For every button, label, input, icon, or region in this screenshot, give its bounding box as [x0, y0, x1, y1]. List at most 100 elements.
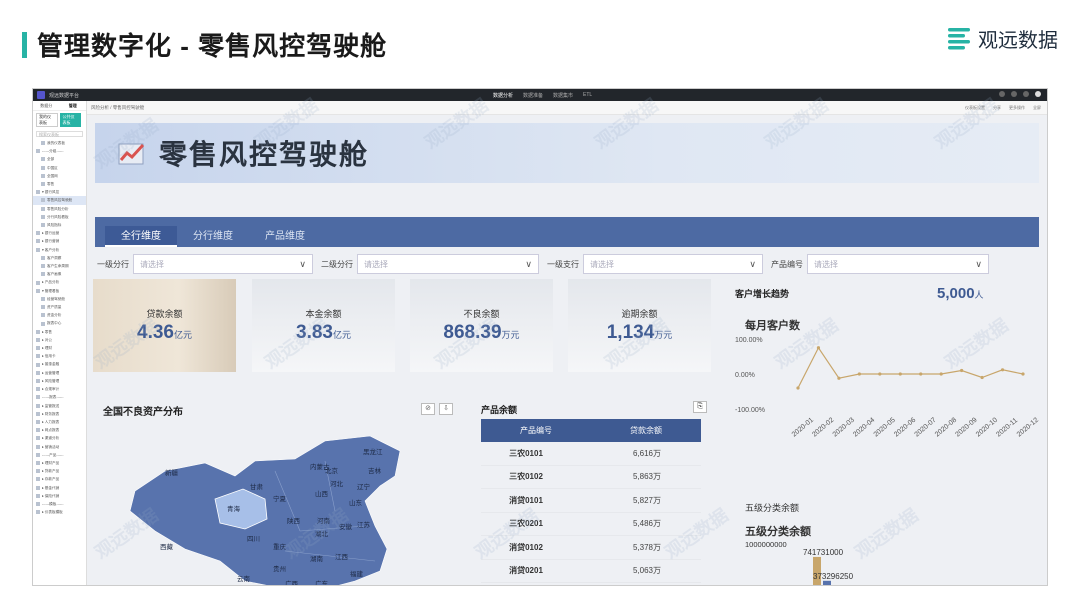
sidebar-item[interactable]: ------模板------	[33, 500, 86, 508]
sidebar-item[interactable]: 风险指标	[33, 221, 86, 229]
sidebar-item[interactable]: ▸ 基金代销	[33, 484, 86, 492]
public-dashboards-button[interactable]: 公共仪表板	[59, 113, 81, 127]
sidebar-item[interactable]: 零售风险分析	[33, 205, 86, 213]
nav-data-market[interactable]: 数据集市	[553, 92, 573, 99]
sidebar-item-label: 我的仪表板	[47, 141, 65, 145]
data-point[interactable]	[898, 372, 902, 376]
sidebar-item[interactable]: ▾ 客户分析	[33, 246, 86, 254]
sidebar-item[interactable]: ▾ 银行风控	[33, 188, 86, 196]
sidebar-item[interactable]: ▸ 理财产品	[33, 459, 86, 467]
my-dashboards-button[interactable]: 我的仪表板	[36, 113, 58, 127]
nav-data-analysis[interactable]: 数据分析	[493, 92, 513, 99]
table-row[interactable]: 消贷0201 5,063万	[481, 560, 701, 583]
sidebar-item[interactable]: ▸ 营销活动	[33, 443, 86, 451]
bar[interactable]	[823, 580, 831, 586]
sidebar-item[interactable]: ▸ 网点报表	[33, 426, 86, 434]
sidebar-item[interactable]: ▸ 渠道分析	[33, 434, 86, 442]
more-actions-button[interactable]: 更多操作	[1009, 105, 1025, 111]
sidebar-item[interactable]: 资产质量	[33, 303, 86, 311]
sidebar-item[interactable]: ▾ 管理看板	[33, 287, 86, 295]
sidebar-item[interactable]: 客户洞察	[33, 254, 86, 262]
sidebar-item[interactable]: ▸ 运营管理	[33, 369, 86, 377]
sidebar-item[interactable]: ▸ 合规审计	[33, 385, 86, 393]
sidebar-item[interactable]: ▸ 银行运营	[33, 229, 86, 237]
sidebar-tab-analysis[interactable]: 数据分	[33, 101, 60, 110]
data-point[interactable]	[939, 372, 943, 376]
data-point[interactable]	[878, 372, 882, 376]
sidebar-item[interactable]: ▸ 对公	[33, 336, 86, 344]
sidebar-item[interactable]: ▸ 仪表板模板	[33, 508, 86, 516]
sidebar-item[interactable]: ▸ 监管报送	[33, 402, 86, 410]
sidebar-item[interactable]: ▸ 零售	[33, 328, 86, 336]
sidebar-item[interactable]: ▸ 保险代销	[33, 492, 86, 500]
sidebar-item[interactable]: ▸ 产品分析	[33, 278, 86, 286]
kpi-value: 3.83	[296, 322, 333, 343]
sidebar-item[interactable]: 全国网	[33, 172, 86, 180]
avatar[interactable]	[1035, 91, 1041, 97]
fullscreen-button[interactable]: 全屏	[1033, 105, 1041, 111]
table-row[interactable]: 消贷0102 5,378万	[481, 536, 701, 560]
sidebar-item[interactable]: ▸ 信用卡	[33, 352, 86, 360]
table-row[interactable]: 三农0102 5,863万	[481, 466, 701, 489]
kpi-value: 4.36	[137, 322, 174, 343]
nav-data-prep[interactable]: 数据准备	[523, 92, 543, 99]
filter-select-l1-subbranch[interactable]: 请选择 ∨	[583, 254, 763, 274]
cell-loan-balance: 5,486万	[632, 519, 661, 529]
data-point[interactable]	[857, 372, 861, 376]
sidebar-item[interactable]: ▸ 存款产品	[33, 475, 86, 483]
tab-branch[interactable]: 分行维度	[177, 226, 249, 247]
sidebar-item[interactable]: ------分组------	[33, 147, 86, 155]
search-icon[interactable]	[999, 91, 1005, 97]
download-icon[interactable]: ⇩	[439, 403, 453, 415]
cell-loan-balance: 6,616万	[632, 448, 661, 458]
sidebar-item[interactable]: 分行风险看板	[33, 213, 86, 221]
sidebar-item[interactable]: ▸ 风险管理	[33, 377, 86, 385]
sidebar-item[interactable]: 客户画像	[33, 270, 86, 278]
sidebar-item[interactable]: 客户生命周期	[33, 262, 86, 270]
sidebar-tab-manage[interactable]: 管理	[60, 101, 87, 110]
data-point[interactable]	[919, 372, 923, 376]
sidebar-search-input[interactable]: 搜索仪表板	[36, 131, 83, 137]
dashboard-settings-button[interactable]: 仪表板设置	[965, 105, 985, 111]
data-point[interactable]	[796, 386, 800, 390]
share-button[interactable]: 分享	[993, 105, 1001, 111]
data-point[interactable]	[980, 375, 984, 380]
bell-icon[interactable]	[1011, 91, 1017, 97]
tab-product[interactable]: 产品维度	[249, 226, 321, 247]
data-point[interactable]	[1021, 372, 1025, 376]
growth-title: 客户增长趋势	[735, 289, 790, 299]
link-icon[interactable]: ⊘	[421, 403, 435, 415]
filter-select-product[interactable]: 请选择 ∨	[807, 254, 989, 274]
sidebar-item[interactable]: ▸ 理财	[33, 344, 86, 352]
sidebar-item[interactable]: 经营驾驶舱	[33, 295, 86, 303]
sidebar-item[interactable]: 资金分析	[33, 311, 86, 319]
sidebar-item[interactable]: ------产品------	[33, 451, 86, 459]
nav-etl[interactable]: ETL	[583, 92, 592, 98]
sidebar-item[interactable]: 零售风控驾驶舱	[33, 196, 86, 205]
data-point[interactable]	[1000, 368, 1005, 372]
folder-icon	[36, 362, 40, 367]
customer-growth-panel: 客户增长趋势 5,000人 每月客户数 100.00% 0.00% -100.00%…	[733, 279, 1043, 479]
table-row[interactable]: 三农0101 6,616万	[481, 442, 701, 466]
data-point[interactable]	[837, 376, 841, 380]
sidebar-item[interactable]: ▸ 银行营销	[33, 237, 86, 245]
sidebar-item[interactable]: 全部	[33, 155, 86, 163]
data-point[interactable]	[816, 346, 821, 350]
table-row[interactable]: 消贷0101 5,827万	[481, 489, 701, 513]
tab-bank-wide[interactable]: 全行维度	[105, 226, 177, 247]
help-icon[interactable]	[1023, 91, 1029, 97]
sidebar-item[interactable]: ▸ 人力报表	[33, 418, 86, 426]
sidebar-item[interactable]: ▸ 贷款产品	[33, 467, 86, 475]
sidebar-item[interactable]: ▸ 普惠金融	[33, 360, 86, 368]
sidebar-item[interactable]: ------报表------	[33, 393, 86, 401]
filter-select-l1-branch[interactable]: 请选择 ∨	[133, 254, 313, 274]
export-icon[interactable]: ⎘	[693, 401, 707, 413]
filter-select-l2-branch[interactable]: 请选择 ∨	[357, 254, 539, 274]
sidebar-item[interactable]: 我的仪表板	[33, 139, 86, 147]
sidebar-item[interactable]: 中国区	[33, 164, 86, 172]
sidebar-item[interactable]: ▸ 财务报表	[33, 410, 86, 418]
data-point[interactable]	[960, 368, 964, 373]
table-row[interactable]: 三农0201 5,486万	[481, 513, 701, 536]
sidebar-item[interactable]: 报表中心	[33, 319, 86, 327]
sidebar-item[interactable]: 零售	[33, 180, 86, 188]
